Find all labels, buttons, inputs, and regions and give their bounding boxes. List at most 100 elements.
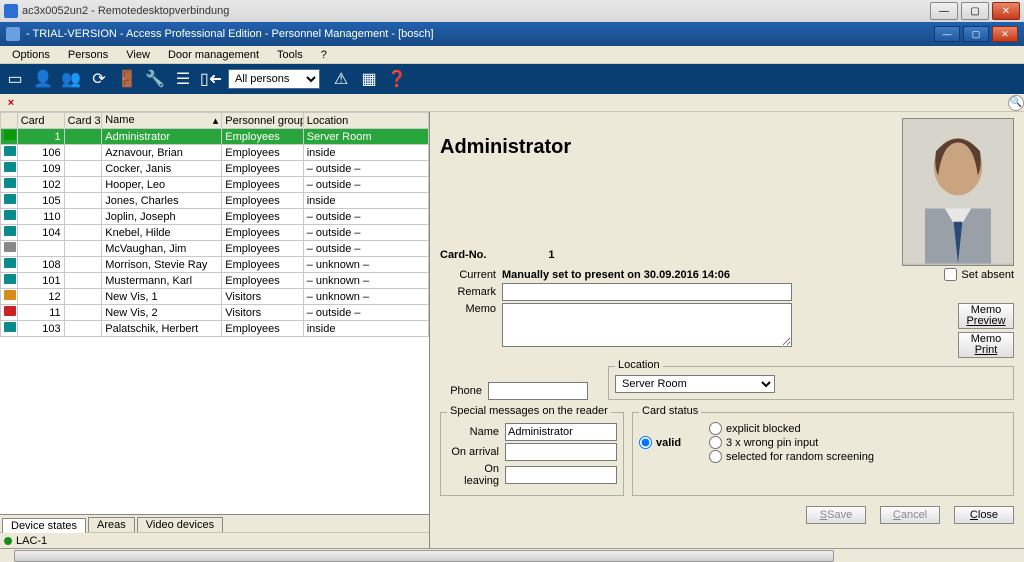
toolbar: ▭ 👤 👥 ⟳ 🚪 🔧 ☰ ➜▯ All persons ⚠ ▦ ❓ (0, 64, 1024, 94)
grid-icon[interactable]: ▦ (358, 68, 380, 90)
refresh-icon[interactable]: ⟳ (88, 68, 110, 90)
reader-name-input[interactable] (505, 423, 617, 441)
database-icon[interactable]: ☰ (172, 68, 194, 90)
tab-areas[interactable]: Areas (88, 517, 135, 532)
app-icon (6, 27, 20, 41)
rdp-close-button[interactable] (992, 2, 1020, 20)
cardstatus-legend: Card status (639, 405, 701, 417)
status-bar: LAC-1 (0, 532, 429, 548)
on-leaving-label: On leaving (447, 463, 505, 487)
menu-tools[interactable]: Tools (269, 48, 311, 62)
menu-view[interactable]: View (118, 48, 158, 62)
tab-close-strip: × 🔍 (0, 94, 1024, 112)
on-arrival-input[interactable] (505, 443, 617, 461)
col-group-header[interactable]: Personnel group (222, 113, 303, 129)
col-card3-header[interactable]: Card 3 (64, 113, 102, 129)
memo-label: Memo (440, 303, 502, 315)
col-card-header[interactable]: Card (17, 113, 64, 129)
warning-icon[interactable]: ⚠ (330, 68, 352, 90)
close-button[interactable]: CloseClose (954, 506, 1014, 524)
status-blocked-radio[interactable]: explicit blocked (709, 422, 874, 435)
table-row[interactable]: 109Cocker, JanisEmployees– outside – (1, 161, 429, 177)
table-row[interactable]: 102Hooper, LeoEmployees– outside – (1, 177, 429, 193)
status-3wrong-radio[interactable]: 3 x wrong pin input (709, 436, 874, 449)
person-photo[interactable] (902, 118, 1014, 266)
row-marker-icon (4, 146, 16, 156)
row-marker-icon (4, 130, 16, 140)
memo-input[interactable] (502, 303, 792, 347)
wrench-icon[interactable]: 🔧 (144, 68, 166, 90)
link-person-icon[interactable]: 👥 (60, 68, 82, 90)
table-row[interactable]: 105Jones, CharlesEmployeesinside (1, 193, 429, 209)
menu-help[interactable]: ? (313, 48, 335, 62)
memo-preview-button[interactable]: MemoPreview (958, 303, 1014, 329)
table-row[interactable]: 108Morrison, Stevie RayEmployees– unknow… (1, 257, 429, 273)
tab-device-states[interactable]: Device states (2, 518, 86, 533)
col-name-header[interactable]: Name ▴ (102, 113, 222, 129)
table-row[interactable]: McVaughan, JimEmployees– outside – (1, 241, 429, 257)
rdp-icon (4, 4, 18, 18)
person-table[interactable]: Card Card 3 Name ▴ Personnel group Locat… (0, 112, 429, 337)
cardno-label: Card-No. (440, 249, 486, 261)
table-row[interactable]: 106Aznavour, BrianEmployeesinside (1, 145, 429, 161)
table-header-row: Card Card 3 Name ▴ Personnel group Locat… (1, 113, 429, 129)
menu-persons[interactable]: Persons (60, 48, 116, 62)
on-leaving-input[interactable] (505, 466, 617, 484)
remark-input[interactable] (502, 283, 792, 301)
app-close-button[interactable] (992, 26, 1018, 42)
rdp-titlebar: ac3x0052un2 - Remotedesktopverbindung (0, 0, 1024, 22)
filter-dropdown[interactable]: All persons (228, 69, 320, 89)
close-tab-icon[interactable]: × (4, 97, 18, 109)
add-person-icon[interactable]: 👤 (32, 68, 54, 90)
row-marker-icon (4, 274, 16, 284)
row-marker-icon (4, 162, 16, 172)
scroll-thumb[interactable] (14, 550, 834, 562)
horizontal-scrollbar[interactable] (0, 548, 1024, 562)
on-arrival-label: On arrival (447, 446, 505, 458)
col-loc-header[interactable]: Location (303, 113, 428, 129)
row-marker-icon (4, 178, 16, 188)
menu-options[interactable]: Options (4, 48, 58, 62)
row-marker-icon (4, 242, 16, 252)
col-marker-header[interactable] (1, 113, 18, 129)
status-screening-radio[interactable]: selected for random screening (709, 450, 874, 463)
reader-legend: Special messages on the reader (447, 405, 611, 417)
search-icon[interactable]: 🔍 (1008, 95, 1024, 111)
memo-print-button[interactable]: MemoPrint (958, 332, 1014, 358)
set-absent-text: Set absent (961, 269, 1014, 281)
row-marker-icon (4, 322, 16, 332)
rdp-maximize-button[interactable] (961, 2, 989, 20)
tab-video[interactable]: Video devices (137, 517, 223, 532)
set-absent-input[interactable] (944, 268, 957, 281)
save-button[interactable]: SSaveSave (806, 506, 866, 524)
table-row[interactable]: 103Palatschik, HerbertEmployeesinside (1, 321, 429, 337)
door-icon[interactable]: 🚪 (116, 68, 138, 90)
row-marker-icon (4, 306, 16, 316)
app-titlebar: - TRIAL-VERSION - Access Professional Ed… (0, 22, 1024, 46)
table-row[interactable]: 12New Vis, 1Visitors– unknown – (1, 289, 429, 305)
card-icon[interactable]: ▭ (4, 68, 26, 90)
detail-panel: Administrator Card-No. 1 Current Manuall… (430, 112, 1024, 548)
cancel-button[interactable]: CancelCancel (880, 506, 940, 524)
menu-door[interactable]: Door management (160, 48, 267, 62)
status-valid-radio[interactable]: valid (639, 422, 709, 463)
row-marker-icon (4, 290, 16, 300)
app-maximize-button[interactable] (963, 26, 989, 42)
table-row[interactable]: 104Knebel, HildeEmployees– outside – (1, 225, 429, 241)
table-row[interactable]: 1AdministratorEmployeesServer Room (1, 129, 429, 145)
detail-name: Administrator (440, 136, 571, 159)
row-marker-icon (4, 258, 16, 268)
app-minimize-button[interactable] (934, 26, 960, 42)
location-select[interactable]: Server Room (615, 375, 775, 393)
cardno-value: 1 (514, 249, 554, 261)
table-row[interactable]: 11New Vis, 2Visitors– outside – (1, 305, 429, 321)
rdp-minimize-button[interactable] (930, 2, 958, 20)
arrow-enter-icon[interactable]: ➜▯ (200, 68, 222, 90)
phone-input[interactable] (488, 382, 588, 400)
table-row[interactable]: 110Joplin, JosephEmployees– outside – (1, 209, 429, 225)
help-icon[interactable]: ❓ (386, 68, 408, 90)
rdp-title-text: ac3x0052un2 - Remotedesktopverbindung (22, 5, 229, 17)
table-row[interactable]: 101Mustermann, KarlEmployees– unknown – (1, 273, 429, 289)
set-absent-checkbox[interactable]: Set absent (944, 268, 1014, 281)
status-text: LAC-1 (16, 535, 47, 547)
